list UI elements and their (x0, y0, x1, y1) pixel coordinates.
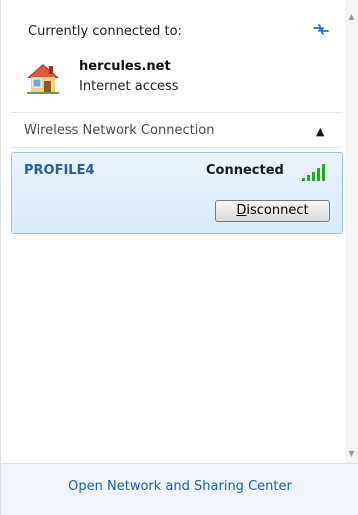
section-divider (11, 147, 342, 148)
scroll-up-arrow-icon[interactable]: ▲ (345, 8, 358, 26)
network-profile-item[interactable]: PROFILE4 Connected Disconnect (11, 152, 343, 234)
signal-strength-icon (302, 164, 325, 181)
refresh-arrows-icon[interactable] (312, 22, 330, 36)
disconnect-label: isconnect (246, 203, 309, 218)
connected-header: Currently connected to: (28, 24, 182, 39)
vertical-scrollbar[interactable]: ▲ ▼ (345, 0, 358, 463)
network-access-status: Internet access (79, 79, 179, 94)
network-name: hercules.net (79, 59, 171, 74)
wireless-section-title: Wireless Network Connection (24, 123, 215, 138)
disconnect-mnemonic: D (236, 203, 247, 218)
section-divider (11, 112, 342, 113)
house-network-icon (27, 64, 59, 94)
profile-status: Connected (206, 163, 284, 178)
disconnect-button[interactable]: Disconnect (215, 200, 330, 222)
profile-name: PROFILE4 (24, 163, 95, 178)
network-flyout: Currently connected to: hercules.net Int… (0, 0, 358, 515)
open-network-sharing-center-link[interactable]: Open Network and Sharing Center (1, 479, 358, 494)
chevron-up-icon[interactable]: ▲ (316, 125, 324, 138)
flyout-footer: Open Network and Sharing Center (1, 463, 358, 515)
scroll-down-arrow-icon[interactable]: ▼ (345, 445, 358, 463)
